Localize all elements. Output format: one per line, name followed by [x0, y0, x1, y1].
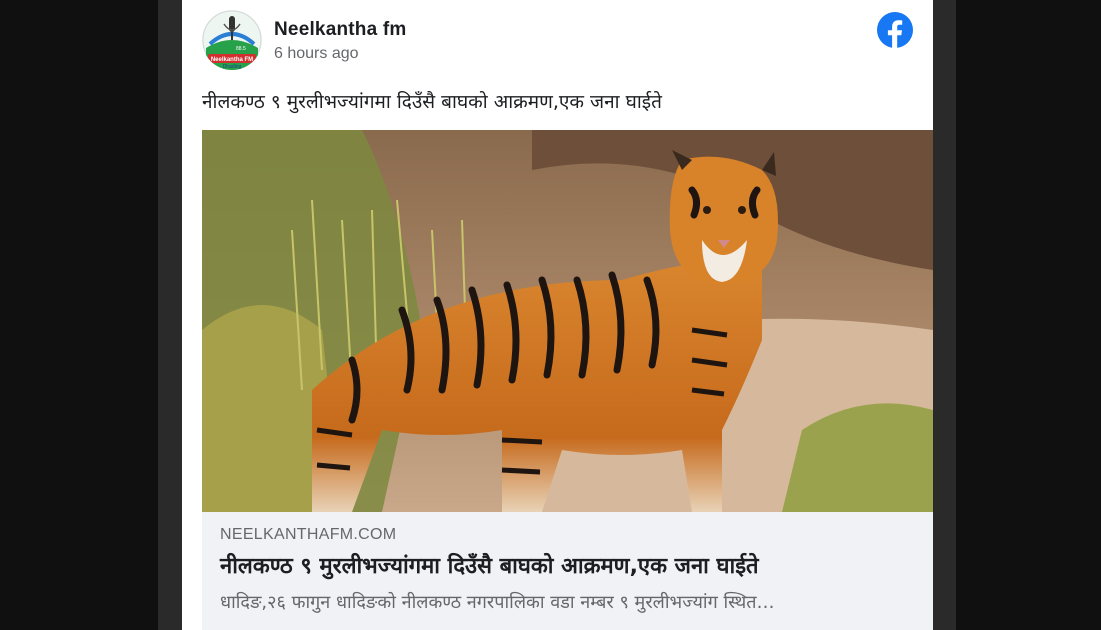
post-timestamp[interactable]: 6 hours ago — [274, 45, 359, 63]
facebook-post-card: Neelkantha FM 88.5 Dhading Neelkantha fm… — [182, 0, 933, 630]
post-header: Neelkantha FM 88.5 Dhading Neelkantha fm… — [202, 10, 913, 70]
link-description: धादिङ,२६ फागुन धादिङको नीलकण्ठ नगरपालिका… — [220, 592, 775, 613]
logo-text: Neelkantha FM — [211, 57, 253, 63]
post-text: नीलकण्ठ ९ मुरलीभज्यांगमा दिउँसै बाघको आक… — [202, 91, 662, 113]
facebook-icon[interactable] — [877, 12, 913, 48]
link-domain: NEELKANTHAFM.COM — [220, 526, 397, 543]
tiger-photo-icon — [202, 130, 933, 512]
avatar[interactable]: Neelkantha FM 88.5 Dhading — [202, 10, 262, 70]
link-preview[interactable]: NEELKANTHAFM.COM नीलकण्ठ ९ मुरलीभज्यांगम… — [202, 512, 933, 630]
viewport: Neelkantha FM 88.5 Dhading Neelkantha fm… — [0, 0, 1101, 630]
page-name[interactable]: Neelkantha fm — [274, 19, 406, 41]
link-title[interactable]: नीलकण्ठ ९ मुरलीभज्यांगमा दिउँसै बाघको आक… — [220, 550, 759, 580]
post-image[interactable] — [202, 130, 933, 512]
logo-place: Dhading — [223, 64, 242, 70]
neelkantha-fm-logo: Neelkantha FM 88.5 Dhading — [202, 10, 262, 70]
logo-frequency: 88.5 — [236, 46, 246, 52]
